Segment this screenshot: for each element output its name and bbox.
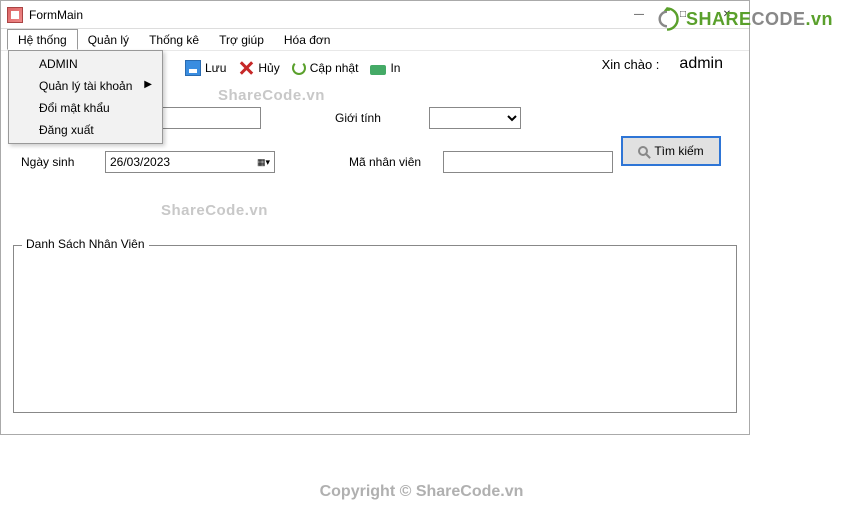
chevron-right-icon: ▶: [144, 79, 152, 90]
employee-list-groupbox: Danh Sách Nhân Viên: [13, 245, 737, 413]
cancel-label: Hủy: [258, 61, 279, 75]
titlebar: FormMain ― □ ✕: [1, 1, 749, 29]
logo-text: SHARECODE.vn: [686, 9, 833, 30]
dropdown-label: Đăng xuất: [39, 123, 94, 137]
greeting-username: admin: [679, 55, 723, 73]
groupbox-title: Danh Sách Nhân Viên: [22, 237, 149, 251]
refresh-icon: [292, 61, 306, 75]
dropdown-hethong: ADMIN Quản lý tài khoản ▶ Đổi mật khẩu Đă…: [8, 50, 163, 144]
search-label: Tìm kiếm: [654, 144, 703, 158]
main-window: FormMain ― □ ✕ Hệ thống Quản lý Thống kê…: [0, 0, 750, 435]
greeting: Xin chào : admin: [602, 55, 723, 73]
print-button[interactable]: In: [366, 59, 404, 77]
menu-hethong[interactable]: Hệ thống: [7, 29, 78, 50]
save-label: Lưu: [205, 61, 226, 75]
dob-datepicker[interactable]: 26/03/2023 ▦▾: [105, 151, 275, 173]
print-icon: [370, 65, 386, 75]
save-icon: [185, 60, 201, 76]
gender-select[interactable]: [429, 107, 521, 129]
gender-label: Giới tính: [335, 111, 415, 125]
footer-copyright: Copyright © ShareCode.vn: [0, 483, 843, 501]
update-button[interactable]: Cập nhật: [288, 59, 363, 77]
menu-trogiup[interactable]: Trợ giúp: [209, 29, 274, 50]
dropdown-item-doimatkhau[interactable]: Đổi mật khẩu: [11, 97, 160, 119]
dob-value: 26/03/2023: [110, 155, 170, 169]
menubar: Hệ thống Quản lý Thống kê Trợ giúp Hóa đ…: [1, 29, 749, 51]
print-label: In: [390, 61, 400, 75]
search-icon: [638, 146, 648, 156]
dropdown-label: ADMIN: [39, 57, 78, 71]
cancel-button[interactable]: Hủy: [234, 58, 283, 78]
dropdown-item-admin[interactable]: ADMIN: [11, 53, 160, 75]
logo-swirl-icon: [654, 6, 680, 32]
calendar-dropdown-icon[interactable]: ▦▾: [257, 157, 270, 168]
dropdown-item-dangxuat[interactable]: Đăng xuất: [11, 119, 160, 141]
sharecode-logo: SHARECODE.vn: [654, 6, 833, 32]
dropdown-item-quanlytaikhoan[interactable]: Quản lý tài khoản ▶: [11, 75, 160, 97]
search-button[interactable]: Tìm kiếm: [621, 136, 721, 166]
window-title: FormMain: [29, 8, 83, 22]
menu-thongke[interactable]: Thống kê: [139, 29, 209, 50]
empid-label: Mã nhân viên: [349, 155, 429, 169]
menu-hoadon[interactable]: Hóa đơn: [274, 29, 341, 50]
dropdown-label: Quản lý tài khoản: [39, 79, 132, 93]
update-label: Cập nhật: [310, 61, 359, 75]
empid-input[interactable]: [443, 151, 613, 173]
greeting-label: Xin chào :: [602, 57, 660, 72]
cancel-icon: [238, 60, 254, 76]
menu-quanly[interactable]: Quản lý: [78, 29, 139, 50]
dropdown-label: Đổi mật khẩu: [39, 101, 110, 115]
dob-label: Ngày sinh: [21, 155, 91, 169]
save-button[interactable]: Lưu: [181, 58, 230, 78]
app-icon: [7, 7, 23, 23]
